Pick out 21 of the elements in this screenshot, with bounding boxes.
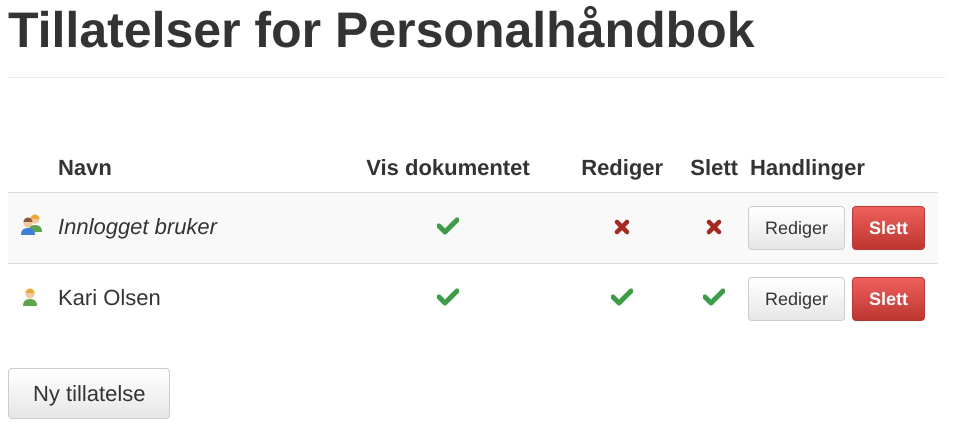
column-header: Rediger: [581, 155, 664, 181]
check-icon: [437, 217, 459, 235]
user-icon: [20, 286, 40, 307]
new-permission-button[interactable]: Ny tillatelse: [8, 368, 170, 419]
column-header: Vis dokumentet: [366, 155, 530, 181]
column-header: Slett: [690, 155, 738, 181]
user-name: Innlogget bruker: [58, 214, 217, 239]
delete-button[interactable]: Slett: [852, 277, 926, 321]
cross-icon: [706, 219, 722, 235]
check-icon: [437, 288, 459, 306]
edit-button[interactable]: Rediger: [748, 277, 846, 321]
edit-button[interactable]: Rediger: [748, 206, 846, 250]
users-icon: [20, 214, 44, 236]
check-icon: [703, 288, 726, 306]
user-name: Kari Olsen: [58, 285, 161, 310]
page-title: Tillatelser for Personalhåndbok: [8, 1, 755, 58]
check-icon: [611, 288, 634, 306]
column-header: Navn: [58, 155, 112, 181]
cross-icon: [614, 219, 630, 235]
column-header: Handlinger: [750, 155, 865, 181]
delete-button[interactable]: Slett: [852, 206, 926, 250]
